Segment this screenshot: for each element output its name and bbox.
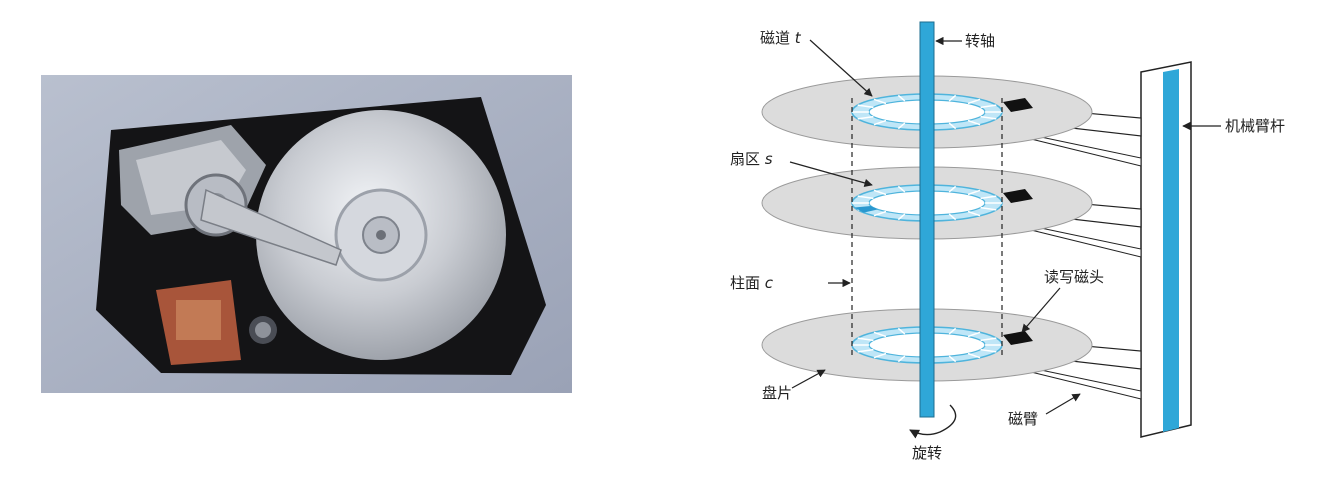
disk-structure-diagram: 磁道 t 转轴 机械臂杆 扇区 s 柱面 c 读写磁头 盘片 磁臂 旋转 [730, 21, 1285, 462]
platter-middle [761, 166, 1142, 258]
arm-assembly-column [1140, 61, 1192, 438]
arm-label: 磁臂 [1008, 410, 1038, 428]
spindle [919, 21, 935, 418]
spindle-label: 转轴 [965, 32, 995, 50]
platter-bottom [761, 308, 1142, 400]
sector-label: 扇区 s [730, 150, 773, 168]
platter-top [761, 75, 1142, 167]
platter-pointer [791, 369, 826, 389]
rotation-label: 旋转 [912, 444, 942, 462]
platter-label: 盘片 [762, 384, 792, 402]
read-write-head-label: 读写磁头 [1044, 268, 1104, 286]
arm-pointer [1045, 393, 1081, 415]
track-label: 磁道 t [760, 29, 802, 47]
arm-assembly-label: 机械臂杆 [1225, 117, 1285, 135]
cylinder-label: 柱面 c [730, 274, 774, 292]
hard-disk-photo [41, 75, 572, 393]
